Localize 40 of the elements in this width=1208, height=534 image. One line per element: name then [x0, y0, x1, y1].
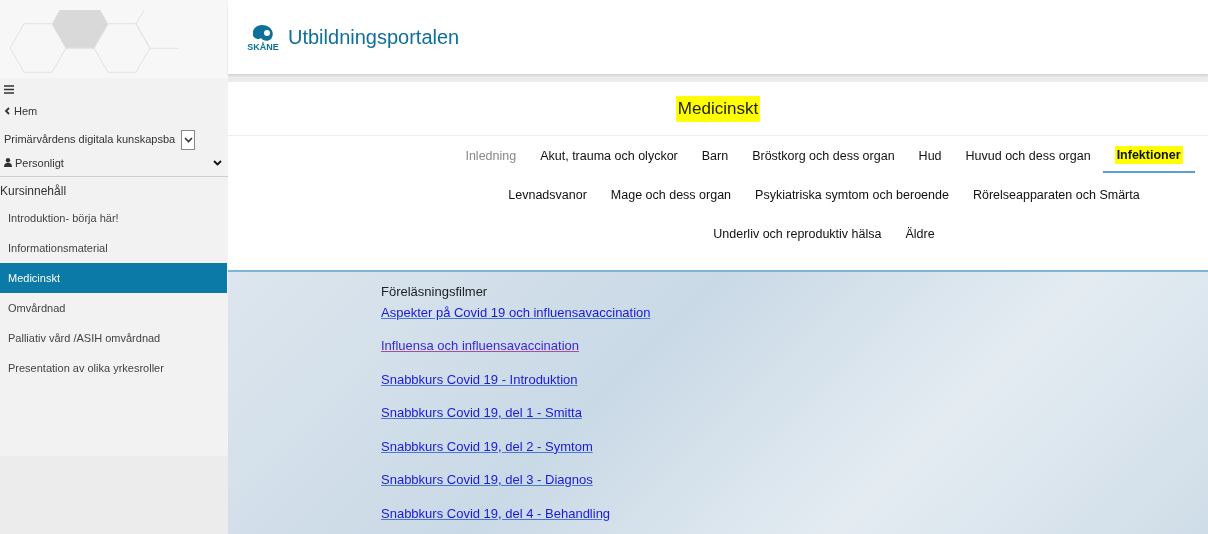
video-link[interactable]: Influensa och influensavaccination	[381, 338, 580, 353]
section-title: Kursinnehåll	[0, 183, 68, 200]
category-tab[interactable]: Akut, trauma och olyckor	[528, 138, 690, 173]
video-link[interactable]: Snabbkurs Covid 19, del 1 - Smitta	[381, 405, 582, 420]
video-link[interactable]: Snabbkurs Covid 19 - Introduktion	[381, 371, 578, 387]
sidebar-item[interactable]: Omvårdnad	[0, 293, 227, 323]
course-select[interactable]: Primärvårdens digitala kunskapsba	[0, 129, 228, 150]
sidebar-item[interactable]: Presentation av olika yrkesroller	[0, 353, 227, 383]
logo-text: SKÅNE	[247, 42, 279, 52]
chevron-left-icon	[4, 107, 10, 116]
category-tab[interactable]: Infektioner	[1102, 138, 1195, 173]
video-link[interactable]: Snabbkurs Covid 19, del 2 - Symtom	[381, 438, 593, 454]
chevron-down-icon	[213, 159, 222, 166]
category-tab[interactable]: Underliv och reproduktiv hälsa	[701, 216, 894, 251]
category-tab[interactable]: Huvud och dess organ	[953, 138, 1103, 173]
logo-icon	[250, 22, 276, 43]
category-tab[interactable]: Psykiatriska symtom och beroende	[743, 177, 961, 212]
sidebar-item[interactable]: Medicinskt	[0, 263, 227, 293]
personal-menu[interactable]: Personligt	[0, 154, 228, 177]
page-title: Medicinskt	[675, 96, 761, 122]
category-tab[interactable]: Bröstkorg och dess organ	[740, 138, 907, 173]
video-link[interactable]: Aspekter på Covid 19 och influensavaccination	[381, 304, 651, 320]
home-link[interactable]: Hem	[14, 103, 38, 120]
category-tab[interactable]: Hud	[906, 138, 954, 173]
content-heading: Föreläsningsfilmer	[381, 283, 489, 300]
category-tab[interactable]: Inledning	[453, 138, 529, 173]
portal-title: Utbildningsportalen	[288, 25, 460, 51]
menu-icon[interactable]	[4, 85, 14, 94]
video-link[interactable]: Snabbkurs Covid 19, del 4 - Behandling	[381, 505, 611, 521]
sidebar-item[interactable]: Informationsmaterial	[0, 233, 227, 263]
sidebar-item[interactable]: Palliativ vård /ASIH omvårdnad	[0, 323, 227, 353]
category-tab[interactable]: Barn	[689, 138, 741, 173]
video-link[interactable]: Snabbkurs Covid 19, del 3 - Diagnos	[381, 472, 593, 487]
category-tab[interactable]: Levnadsvanor	[496, 177, 599, 212]
chevron-down-icon	[183, 136, 193, 143]
category-tab[interactable]: Mage och dess organ	[598, 177, 744, 212]
category-tab[interactable]: Rörelseapparaten och Smärta	[960, 177, 1152, 212]
user-icon	[4, 158, 12, 168]
sidebar-item[interactable]: Introduktion- börja här!	[0, 203, 227, 233]
category-tab[interactable]: Äldre	[893, 216, 947, 251]
